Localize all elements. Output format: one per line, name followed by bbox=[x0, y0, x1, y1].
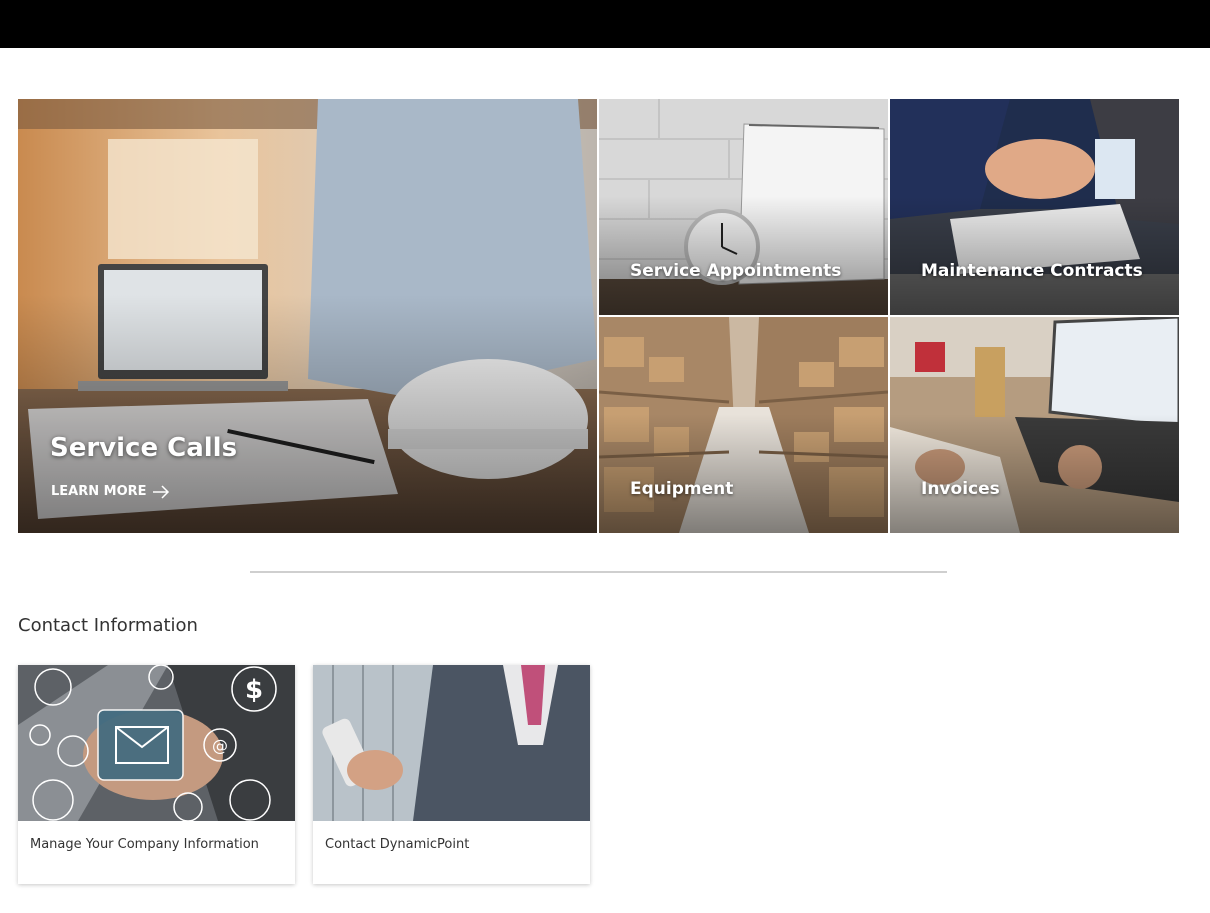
tile-maintenance-contracts[interactable]: Maintenance Contracts bbox=[890, 99, 1179, 315]
card-manage-company-information[interactable]: $ @ Manage Your Company Information bbox=[18, 665, 295, 884]
arrow-right-icon bbox=[152, 484, 169, 499]
card-thumbnail bbox=[313, 665, 590, 821]
svg-text:@: @ bbox=[212, 736, 228, 755]
tile-shade bbox=[890, 317, 1179, 533]
card-contact-dynamicpoint[interactable]: Contact DynamicPoint bbox=[313, 665, 590, 884]
service-appointments-label: Service Appointments bbox=[630, 261, 842, 281]
tile-shade bbox=[890, 99, 1179, 315]
maintenance-contracts-label: Maintenance Contracts bbox=[921, 261, 1143, 281]
card-thumbnail: $ @ bbox=[18, 665, 295, 821]
businessman-phone-photo bbox=[313, 665, 590, 821]
svg-text:$: $ bbox=[245, 675, 263, 705]
equipment-label: Equipment bbox=[630, 479, 734, 499]
contact-icons-photo: $ @ bbox=[18, 665, 295, 821]
tile-invoices[interactable]: Invoices bbox=[890, 317, 1179, 533]
card-label: Manage Your Company Information bbox=[30, 837, 259, 852]
learn-more-label: LEARN MORE bbox=[51, 484, 147, 499]
tile-shade bbox=[599, 99, 888, 315]
contact-information-heading: Contact Information bbox=[18, 615, 198, 636]
tile-service-appointments[interactable]: Service Appointments bbox=[599, 99, 888, 315]
card-label: Contact DynamicPoint bbox=[325, 837, 470, 852]
tile-equipment[interactable]: Equipment bbox=[599, 317, 888, 533]
top-header-bar bbox=[0, 0, 1210, 48]
service-calls-title: Service Calls bbox=[50, 433, 238, 463]
tile-service-calls[interactable]: Service Calls LEARN MORE bbox=[18, 99, 597, 533]
tile-shade bbox=[18, 99, 597, 533]
learn-more-link[interactable]: LEARN MORE bbox=[51, 484, 170, 499]
tile-shade bbox=[599, 317, 888, 533]
hero-tile-grid: Service Calls LEARN MORE Service Appoint… bbox=[18, 99, 1179, 533]
section-divider bbox=[250, 571, 947, 573]
invoices-label: Invoices bbox=[921, 479, 1000, 499]
